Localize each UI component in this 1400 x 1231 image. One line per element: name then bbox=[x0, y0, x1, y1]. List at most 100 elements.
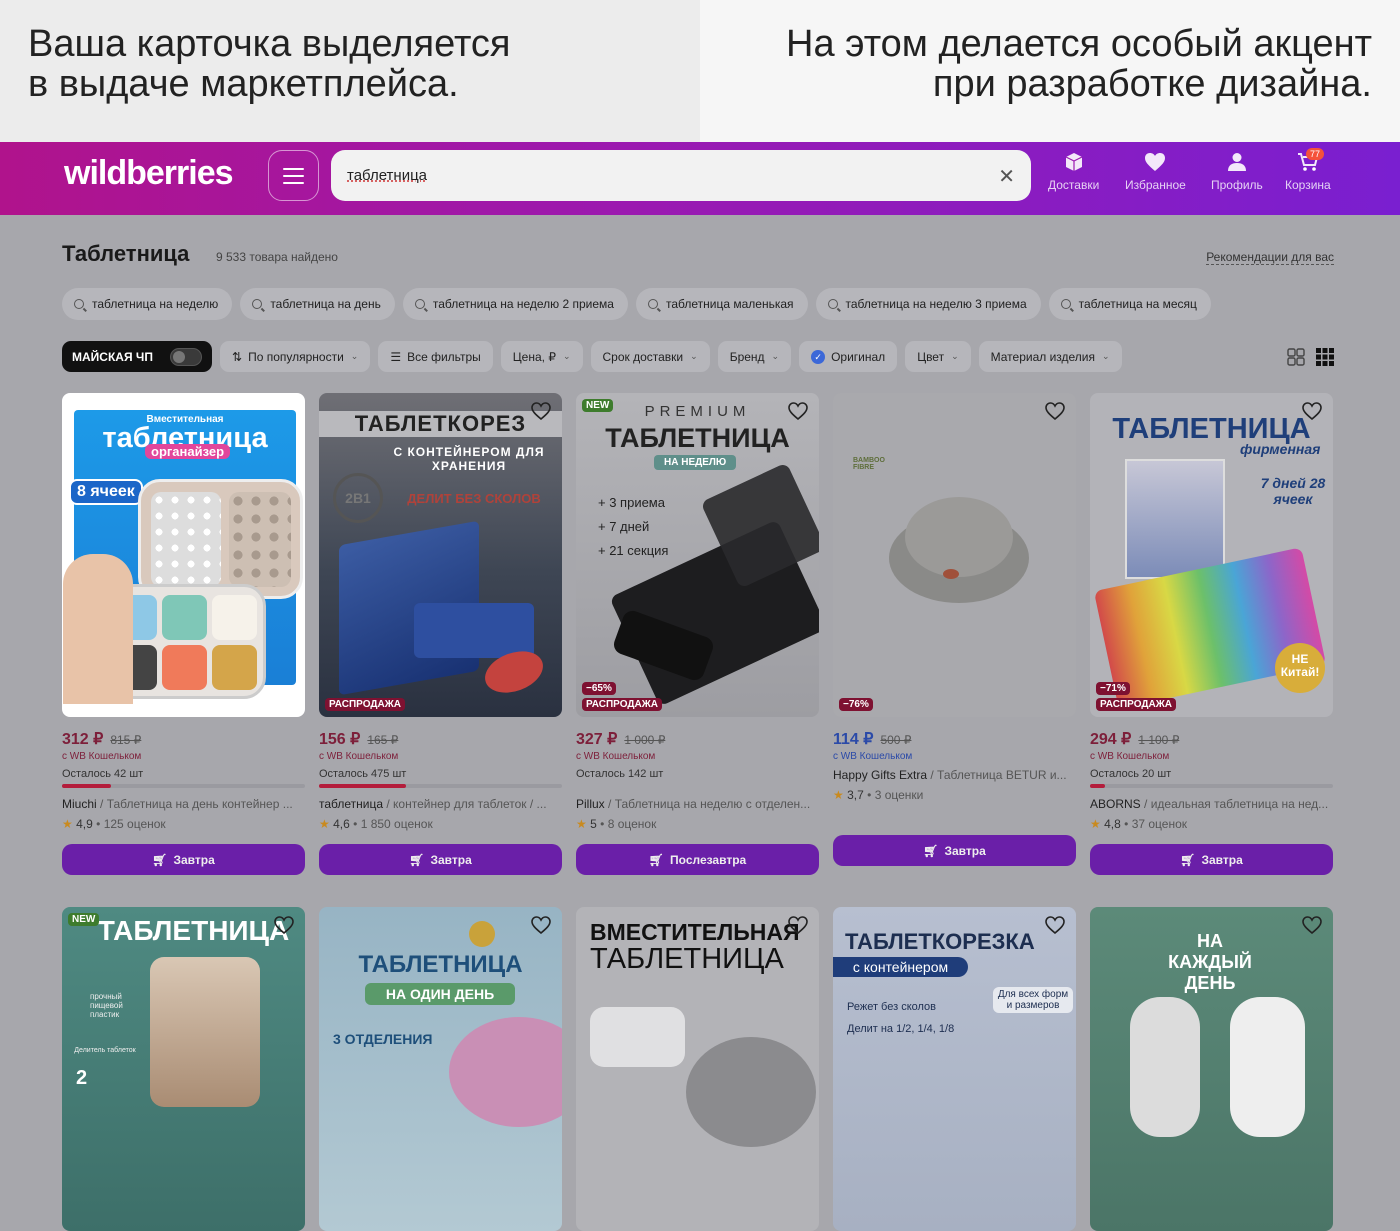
grid-small-icon[interactable] bbox=[1316, 348, 1334, 366]
color-filter[interactable]: Цвет ⌄ bbox=[905, 341, 971, 372]
product-title[interactable]: Pillux / Таблетница на неделю с отделен.… bbox=[576, 797, 819, 811]
original-filter-label: Оригинал bbox=[831, 349, 886, 364]
delivery-label: Завтра bbox=[1201, 852, 1243, 867]
suggestion-chip[interactable]: таблетница на месяц bbox=[1048, 288, 1211, 320]
product-title[interactable]: Happy Gifts Extra / Таблетница BETUR и..… bbox=[833, 768, 1076, 782]
suggestion-chip[interactable]: таблетница на неделю 2 приема bbox=[402, 288, 628, 320]
clear-search-icon[interactable]: ✕ bbox=[998, 164, 1015, 189]
grid-large-icon[interactable] bbox=[1287, 348, 1305, 366]
product-image[interactable]: ТАБЛЕТКОРЕЗ С КОНТЕЙНЕРОМ ДЛЯ ХРАНЕНИЯ Д… bbox=[319, 393, 562, 717]
product-card[interactable]: ВМЕСТИТЕЛЬНАЯ ТАБЛЕТНИЦА bbox=[576, 907, 819, 1231]
image-small-text: 3 ОТДЕЛЕНИЯ bbox=[333, 1031, 433, 1047]
favorite-heart-icon[interactable] bbox=[530, 401, 552, 421]
price-filter[interactable]: Цена, ₽ ⌄ bbox=[500, 341, 583, 372]
add-to-cart-button[interactable]: 🛒︎ Завтра bbox=[833, 835, 1076, 866]
menu-button[interactable] bbox=[268, 150, 319, 201]
wildberries-logo[interactable]: wildberries bbox=[64, 154, 234, 193]
product-title[interactable]: ABORNS / идеальная таблетница на нед... bbox=[1090, 797, 1333, 811]
product-card[interactable]: ТАБЛЕТКОРЕЗ С КОНТЕЙНЕРОМ ДЛЯ ХРАНЕНИЯ Д… bbox=[319, 393, 562, 875]
product-image[interactable]: ТАБЛЕТКОРЕЗКА с контейнером Режет без ск… bbox=[833, 907, 1076, 1231]
product-image[interactable]: BAMBOO FIBRE −76% bbox=[833, 393, 1076, 717]
brand-filter[interactable]: Бренд ⌄ bbox=[717, 341, 792, 372]
add-to-cart-button[interactable]: 🛒︎ Завтра bbox=[319, 844, 562, 875]
search-icon bbox=[1060, 299, 1071, 309]
suggestion-chip[interactable]: таблетница на день bbox=[240, 288, 395, 320]
search-input[interactable] bbox=[347, 150, 947, 201]
product-image[interactable]: ТАБЛЕТНИЦА НА ОДИН ДЕНЬ 3 ОТДЕЛЕНИЯ bbox=[319, 907, 562, 1231]
nav-cart[interactable]: 77 Корзина bbox=[1285, 148, 1331, 192]
favorite-heart-icon[interactable] bbox=[1301, 401, 1323, 421]
material-filter-label: Материал изделия bbox=[990, 349, 1096, 364]
stock-left: Осталось 475 шт bbox=[319, 768, 407, 780]
sort-icon: ⇅ bbox=[232, 349, 243, 364]
image-title: ТАБЛЕТКОРЕЗКА bbox=[845, 929, 1035, 954]
burger-line bbox=[283, 174, 304, 177]
rating-value: 4,6 bbox=[333, 817, 350, 831]
nav-deliveries[interactable]: Доставки bbox=[1048, 152, 1099, 192]
product-title[interactable]: Miuchi / Таблетница на день контейнер ..… bbox=[62, 797, 305, 811]
product-image[interactable]: ВМЕСТИТЕЛЬНАЯ ТАБЛЕТНИЦА bbox=[576, 907, 819, 1231]
product-card[interactable]: ТАБЛЕТКОРЕЗКА с контейнером Режет без ск… bbox=[833, 907, 1076, 1231]
brand-name: ABORNS bbox=[1090, 797, 1141, 811]
add-to-cart-button[interactable]: 🛒︎ Послезавтра bbox=[576, 844, 819, 875]
rating-value: 4,9 bbox=[76, 817, 93, 831]
filter-bar: МАЙСКАЯ ЧП ⇅ По популярности ⌄ ☰ Все фильтр… bbox=[62, 341, 1122, 372]
product-card[interactable]: BAMBOO FIBRE −76% 114 ₽ 500 ₽ с WB Кошель… bbox=[833, 393, 1076, 866]
pill-case-right bbox=[1230, 997, 1305, 1137]
old-price: 1 000 ₽ bbox=[624, 733, 666, 747]
nav-profile[interactable]: Профиль bbox=[1211, 152, 1263, 192]
favorite-heart-icon[interactable] bbox=[787, 401, 809, 421]
sale-badge: РАСПРОДАЖА bbox=[1096, 698, 1176, 711]
product-card[interactable]: PREMIUM ТАБЛЕТНИЦА НА НЕДЕЛЮ + 3 приема … bbox=[576, 393, 819, 875]
original-filter[interactable]: ✓ Оригинал bbox=[799, 341, 898, 372]
image-small-text: Делитель таблеток bbox=[74, 1047, 136, 1054]
image-title: ТАБЛЕТНИЦА bbox=[97, 915, 290, 946]
recommendations-link[interactable]: Рекомендации для вас bbox=[1206, 250, 1334, 265]
product-card[interactable]: ТАБЛЕТНИЦА NEW прочный пищевой пластик Д… bbox=[62, 907, 305, 1231]
rating-row: ★ 5 • 8 оценок bbox=[576, 817, 819, 831]
toggle-switch[interactable] bbox=[170, 348, 202, 366]
delivery-filter[interactable]: Срок доставки ⌄ bbox=[590, 341, 710, 372]
product-image[interactable]: PREMIUM ТАБЛЕТНИЦА НА НЕДЕЛЮ + 3 приема … bbox=[576, 393, 819, 717]
product-title[interactable]: таблетница / контейнер для таблеток / ..… bbox=[319, 797, 562, 811]
product-card[interactable]: ТАБЛЕТНИЦА НА ОДИН ДЕНЬ 3 ОТДЕЛЕНИЯ bbox=[319, 907, 562, 1231]
favorite-heart-icon[interactable] bbox=[1044, 401, 1066, 421]
heart-icon bbox=[1145, 153, 1166, 171]
product-card[interactable]: Вместительная таблетница органайзер 8 яч… bbox=[62, 393, 305, 875]
product-image[interactable]: ТАБЛЕТНИЦА фирменная 7 дней 28 ячеек НЕ … bbox=[1090, 393, 1333, 717]
product-image[interactable]: ТАБЛЕТНИЦА NEW прочный пищевой пластик Д… bbox=[62, 907, 305, 1231]
add-to-cart-button[interactable]: 🛒︎ Завтра bbox=[1090, 844, 1333, 875]
favorite-heart-icon[interactable] bbox=[1301, 915, 1323, 935]
image-subtitle: органайзер bbox=[145, 444, 231, 459]
chevron-down-icon: ⌄ bbox=[690, 351, 698, 361]
product-card[interactable]: НА КАЖДЫЙ ДЕНЬ bbox=[1090, 907, 1333, 1231]
promo-toggle[interactable]: МАЙСКАЯ ЧП bbox=[62, 341, 212, 372]
favorite-heart-icon[interactable] bbox=[530, 915, 552, 935]
favorite-heart-icon[interactable] bbox=[273, 915, 295, 935]
organizer-top bbox=[138, 479, 303, 599]
cart-icon: 🛒︎ bbox=[1180, 852, 1196, 867]
catalog-page: Таблетница 9 533 товара найдено Рекоменд… bbox=[0, 215, 1400, 1231]
material-filter[interactable]: Материал изделия ⌄ bbox=[978, 341, 1122, 372]
suggestion-chip[interactable]: таблетница на неделю 3 приема bbox=[815, 288, 1041, 320]
favorite-heart-icon[interactable] bbox=[1044, 915, 1066, 935]
product-card[interactable]: ТАБЛЕТНИЦА фирменная 7 дней 28 ячеек НЕ … bbox=[1090, 393, 1333, 875]
old-price: 815 ₽ bbox=[110, 733, 142, 747]
brand-filter-label: Бренд bbox=[729, 349, 765, 364]
all-filters-button[interactable]: ☰ Все фильтры bbox=[378, 341, 493, 372]
product-image[interactable]: Вместительная таблетница органайзер 8 яч… bbox=[62, 393, 305, 717]
brand-name: Miuchi bbox=[62, 797, 97, 811]
nav-favorites[interactable]: Избранное bbox=[1125, 152, 1186, 192]
favorite-heart-icon[interactable] bbox=[787, 915, 809, 935]
burger-line bbox=[283, 181, 304, 184]
chevron-down-icon: ⌄ bbox=[951, 351, 959, 361]
sort-dropdown[interactable]: ⇅ По популярности ⌄ bbox=[220, 341, 371, 372]
product-image[interactable]: НА КАЖДЫЙ ДЕНЬ bbox=[1090, 907, 1333, 1231]
suggestion-chip[interactable]: таблетница маленькая bbox=[635, 288, 808, 320]
add-to-cart-button[interactable]: 🛒︎ Завтра bbox=[62, 844, 305, 875]
image-subtitle: НА НЕДЕЛЮ bbox=[654, 455, 737, 470]
cart-icon: 🛒︎ bbox=[152, 852, 168, 867]
feature-item: + 3 приема bbox=[598, 495, 665, 510]
image-small-text: 7 дней 28 ячеек bbox=[1260, 475, 1326, 507]
suggestion-chip[interactable]: таблетница на неделю bbox=[62, 288, 233, 320]
